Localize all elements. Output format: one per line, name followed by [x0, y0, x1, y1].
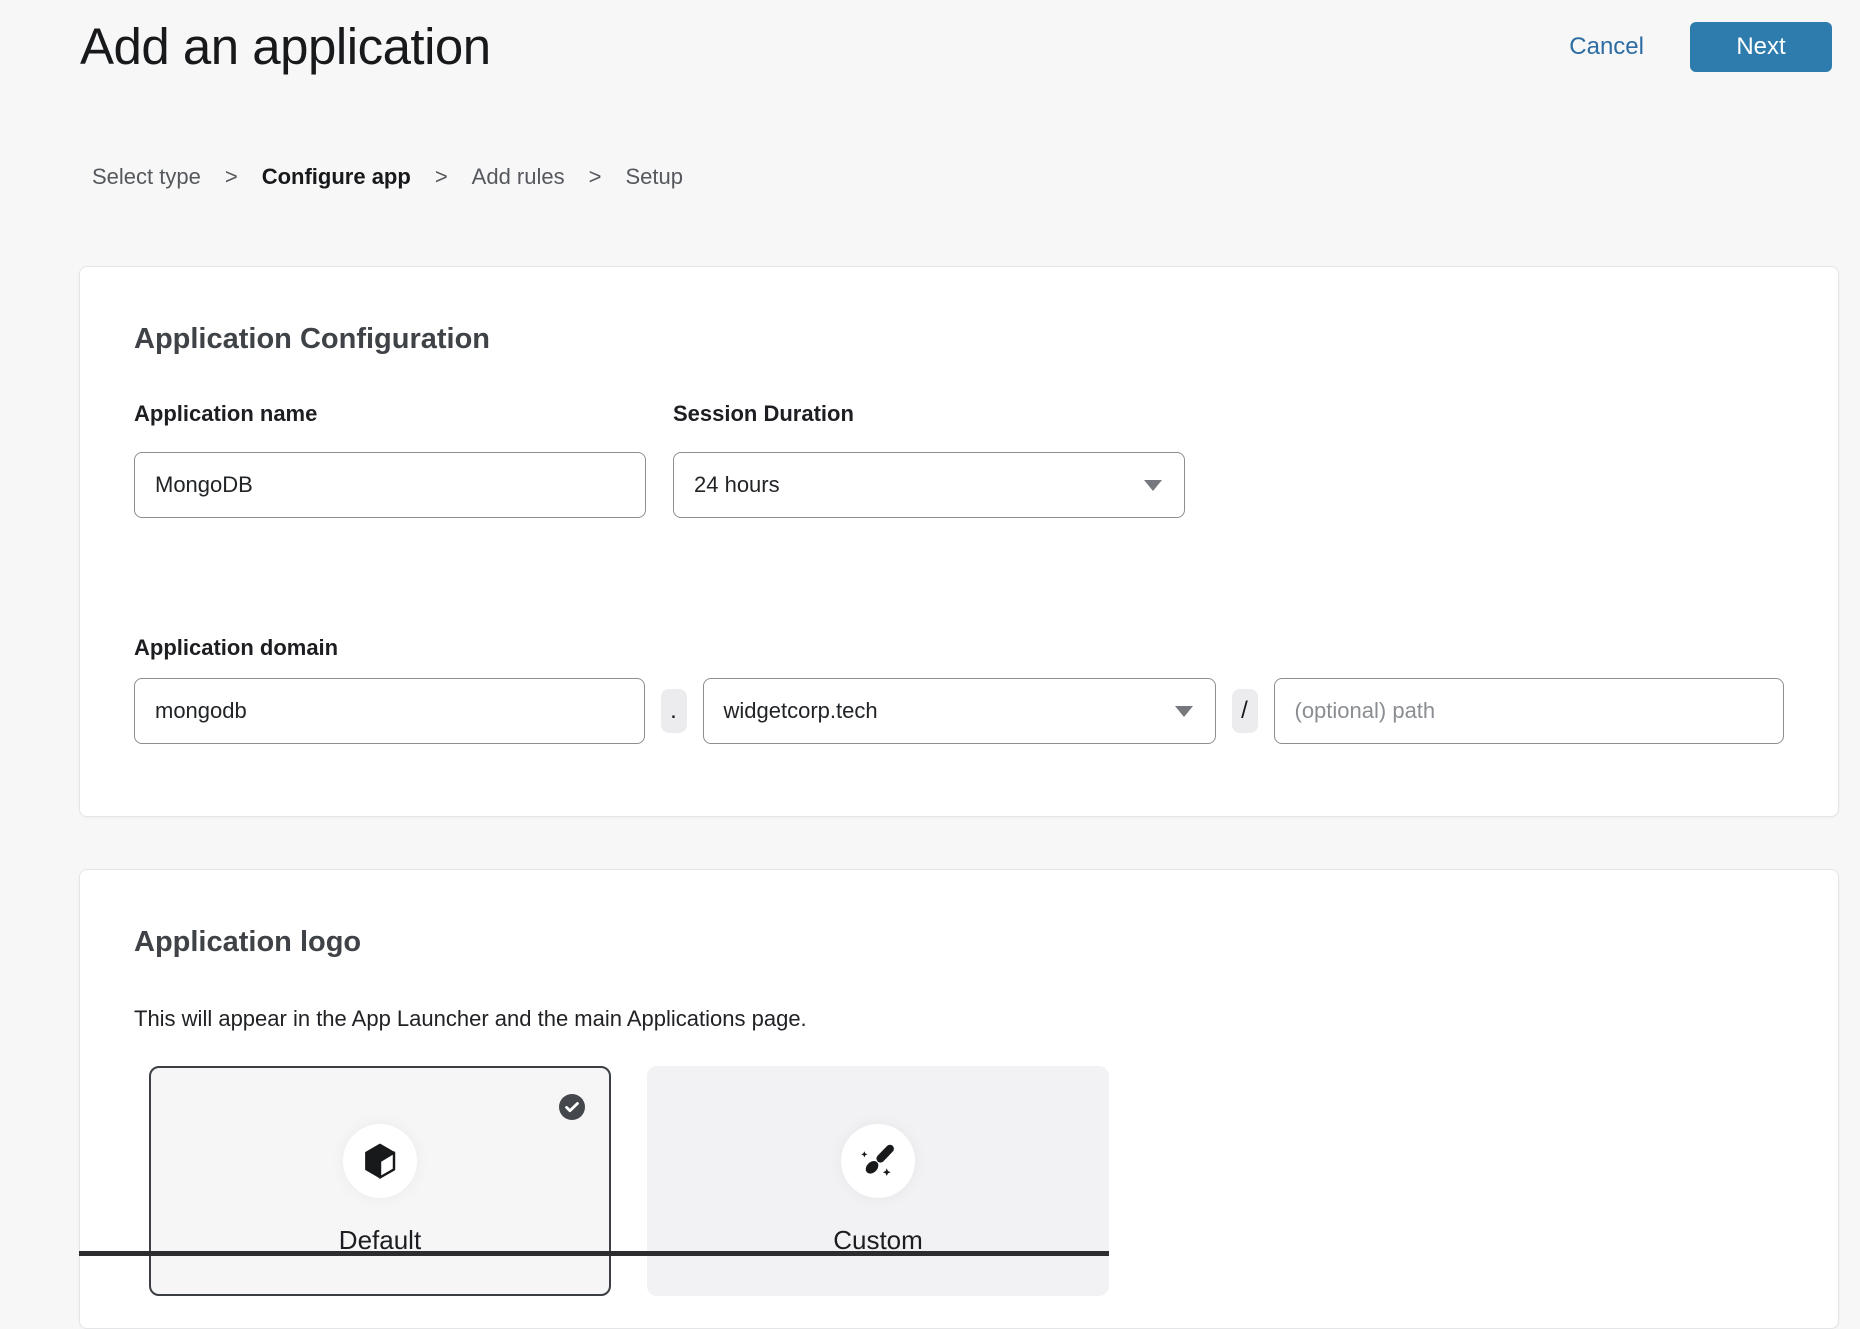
application-configuration-card: Application Configuration Application na… — [79, 266, 1839, 817]
application-logo-description: This will appear in the App Launcher and… — [134, 1005, 1784, 1033]
session-duration-value: 24 hours — [694, 472, 780, 498]
breadcrumb-separator: > — [435, 164, 448, 190]
cube-icon — [343, 1124, 417, 1198]
application-domain-field: Application domain . widgetcorp.tech / — [134, 633, 1784, 744]
session-duration-select[interactable]: 24 hours — [673, 452, 1185, 518]
paintbrush-icon — [841, 1124, 915, 1198]
chevron-down-icon — [1175, 706, 1193, 717]
application-name-input[interactable] — [134, 452, 646, 518]
breadcrumb-separator: > — [225, 164, 238, 190]
page-title: Add an application — [80, 18, 491, 77]
breadcrumb-step-add-rules[interactable]: Add rules — [472, 164, 565, 190]
clipped-content-edge — [79, 1251, 1109, 1256]
selected-check-icon — [559, 1094, 585, 1120]
application-name-field: Application name — [134, 399, 646, 518]
subdomain-input[interactable] — [134, 678, 645, 744]
breadcrumb-separator: > — [589, 164, 602, 190]
logo-options: Default Custom — [149, 1066, 1784, 1296]
domain-select-value: widgetcorp.tech — [724, 698, 878, 724]
chevron-down-icon — [1144, 480, 1162, 491]
logo-option-default[interactable]: Default — [149, 1066, 611, 1296]
slash-separator: / — [1232, 689, 1258, 733]
domain-select[interactable]: widgetcorp.tech — [703, 678, 1216, 744]
next-button[interactable]: Next — [1690, 22, 1832, 72]
header-actions: Cancel Next — [1563, 22, 1832, 72]
dot-separator: . — [661, 689, 687, 733]
session-duration-field: Session Duration 24 hours — [673, 399, 1185, 518]
configuration-heading: Application Configuration — [134, 321, 1784, 357]
breadcrumb-step-setup[interactable]: Setup — [625, 164, 683, 190]
logo-option-custom[interactable]: Custom — [647, 1066, 1109, 1296]
breadcrumb: Select type > Configure app > Add rules … — [92, 164, 683, 190]
breadcrumb-step-configure-app[interactable]: Configure app — [262, 164, 411, 190]
breadcrumb-step-select-type[interactable]: Select type — [92, 164, 201, 190]
application-domain-label: Application domain — [134, 633, 1784, 662]
application-name-label: Application name — [134, 399, 646, 428]
application-logo-card: Application logo This will appear in the… — [79, 869, 1839, 1329]
session-duration-label: Session Duration — [673, 399, 1185, 428]
cancel-button[interactable]: Cancel — [1563, 32, 1650, 62]
application-logo-heading: Application logo — [134, 924, 1784, 960]
path-input[interactable] — [1274, 678, 1785, 744]
